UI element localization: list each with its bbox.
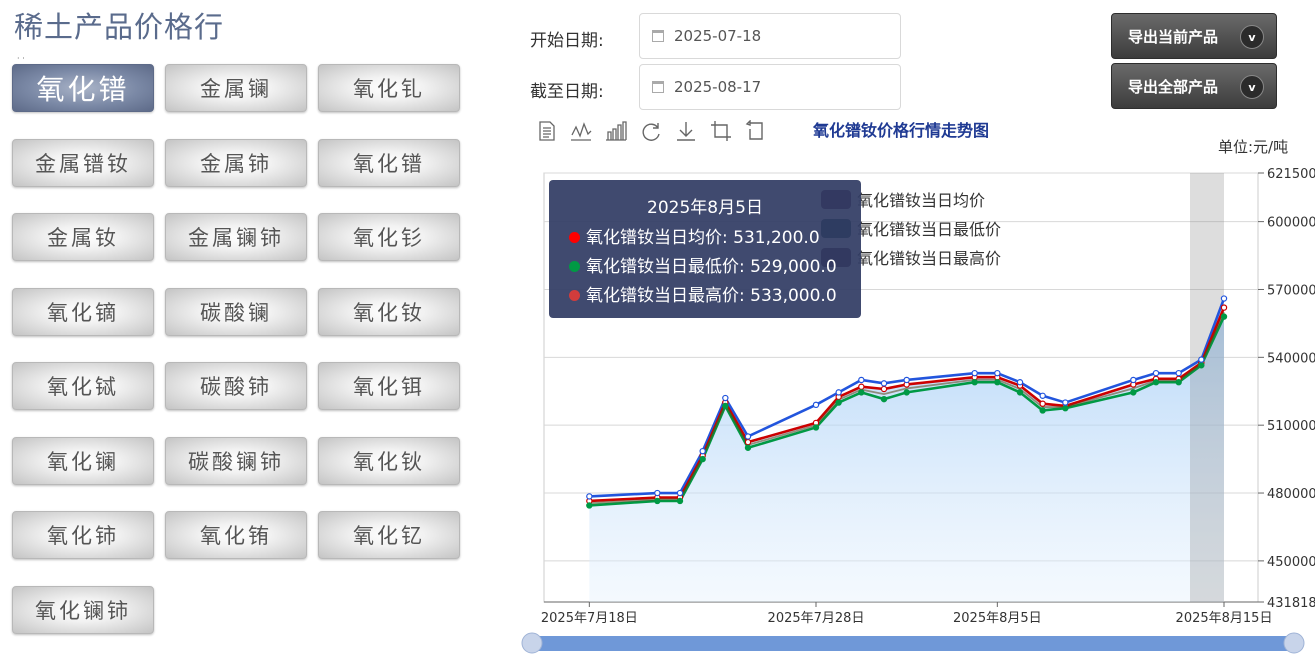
data-point — [1152, 369, 1160, 377]
x-tick-label: 2025年7月18日 — [541, 611, 638, 626]
data-point — [1039, 400, 1046, 407]
y-tick-label: 510000 — [1267, 419, 1315, 434]
x-tick-label: 2025年8月5日 — [953, 611, 1042, 626]
y-tick-label: 621500 — [1267, 167, 1315, 182]
data-point — [971, 369, 978, 377]
data-point — [903, 389, 910, 396]
x-tick-label: 2025年7月28日 — [768, 611, 865, 626]
data-point — [1198, 356, 1205, 363]
data-point — [744, 433, 752, 440]
data-point — [994, 379, 1001, 386]
area-fill — [589, 307, 1224, 602]
y-tick-label: 480000 — [1267, 487, 1315, 502]
legend-label: 氧化镨钕当日最高价 — [857, 249, 1002, 268]
tooltip-row: 氧化镨钕当日最高价: 533,000.0 — [549, 282, 861, 311]
data-point — [1039, 392, 1046, 399]
tooltip-text: 氧化镨钕当日最低价: 529,000.0 — [586, 257, 837, 277]
data-point — [654, 497, 661, 505]
data-point — [699, 447, 706, 455]
data-point — [699, 455, 706, 463]
data-point — [1198, 362, 1205, 369]
data-point — [744, 438, 752, 446]
data-point — [1220, 295, 1228, 302]
data-point — [654, 489, 661, 497]
tooltip-row: 氧化镨钕当日最低价: 529,000.0 — [549, 253, 861, 282]
data-point — [1220, 304, 1228, 311]
legend-label: 氧化镨钕当日最低价 — [857, 220, 1002, 239]
data-point — [1039, 407, 1046, 414]
data-point — [676, 497, 684, 505]
data-point — [858, 376, 865, 384]
zoom-handle-left[interactable] — [521, 632, 543, 654]
data-point — [676, 489, 684, 497]
chart-tooltip: 2025年8月5日 氧化镨钕当日均价: 531,200.0 氧化镨钕当日最低价: … — [549, 180, 861, 318]
y-tick-label: 540000 — [1267, 351, 1315, 366]
data-point — [744, 444, 752, 451]
y-tick-label: 450000 — [1267, 555, 1315, 570]
data-point — [1016, 389, 1024, 396]
data-point — [812, 424, 820, 431]
data-point — [1062, 405, 1069, 412]
y-tick-label: 431818 — [1267, 596, 1315, 611]
tooltip-dot — [569, 261, 580, 272]
tooltip-dot — [569, 232, 580, 243]
price-line-chart: 621500 600000 570000 540000 510000 480000 4500… — [521, 167, 1315, 654]
data-point — [1016, 379, 1024, 386]
data-point — [812, 401, 820, 409]
data-point — [1220, 313, 1228, 320]
data-point — [586, 493, 593, 500]
data-point — [1175, 379, 1182, 386]
data-point — [858, 383, 865, 390]
data-point — [586, 502, 593, 509]
tooltip-text: 氧化镨钕当日最高价: 533,000.0 — [586, 286, 837, 306]
y-tick-label: 570000 — [1267, 283, 1315, 298]
data-point — [880, 395, 888, 403]
tooltip-title: 2025年8月5日 — [647, 198, 763, 218]
data-point — [994, 369, 1001, 377]
tooltip-row: 氧化镨钕当日均价: 531,200.0 — [549, 224, 861, 253]
data-point — [1130, 389, 1137, 396]
data-point — [858, 389, 865, 396]
legend-label: 氧化镨钕当日均价 — [857, 191, 986, 210]
zoom-slider-track — [530, 636, 1296, 651]
data-point — [1062, 399, 1069, 406]
data-point — [722, 402, 729, 410]
data-point — [903, 376, 910, 384]
data-point — [835, 389, 842, 396]
x-tick-label: 2025年8月15日 — [1176, 611, 1273, 626]
data-point — [880, 380, 888, 387]
hover-band — [1190, 173, 1224, 602]
tooltip-text: 氧化镨钕当日均价: 531,200.0 — [586, 228, 820, 248]
data-point — [722, 394, 729, 402]
zoom-handle-right[interactable] — [1283, 632, 1305, 654]
tooltip-dot — [569, 290, 580, 301]
y-tick-label: 600000 — [1267, 216, 1315, 231]
data-point — [1152, 379, 1160, 386]
data-point — [835, 399, 842, 406]
data-point — [1175, 369, 1182, 377]
data-point — [971, 379, 978, 386]
data-point — [1130, 376, 1137, 384]
data-point — [880, 385, 888, 393]
